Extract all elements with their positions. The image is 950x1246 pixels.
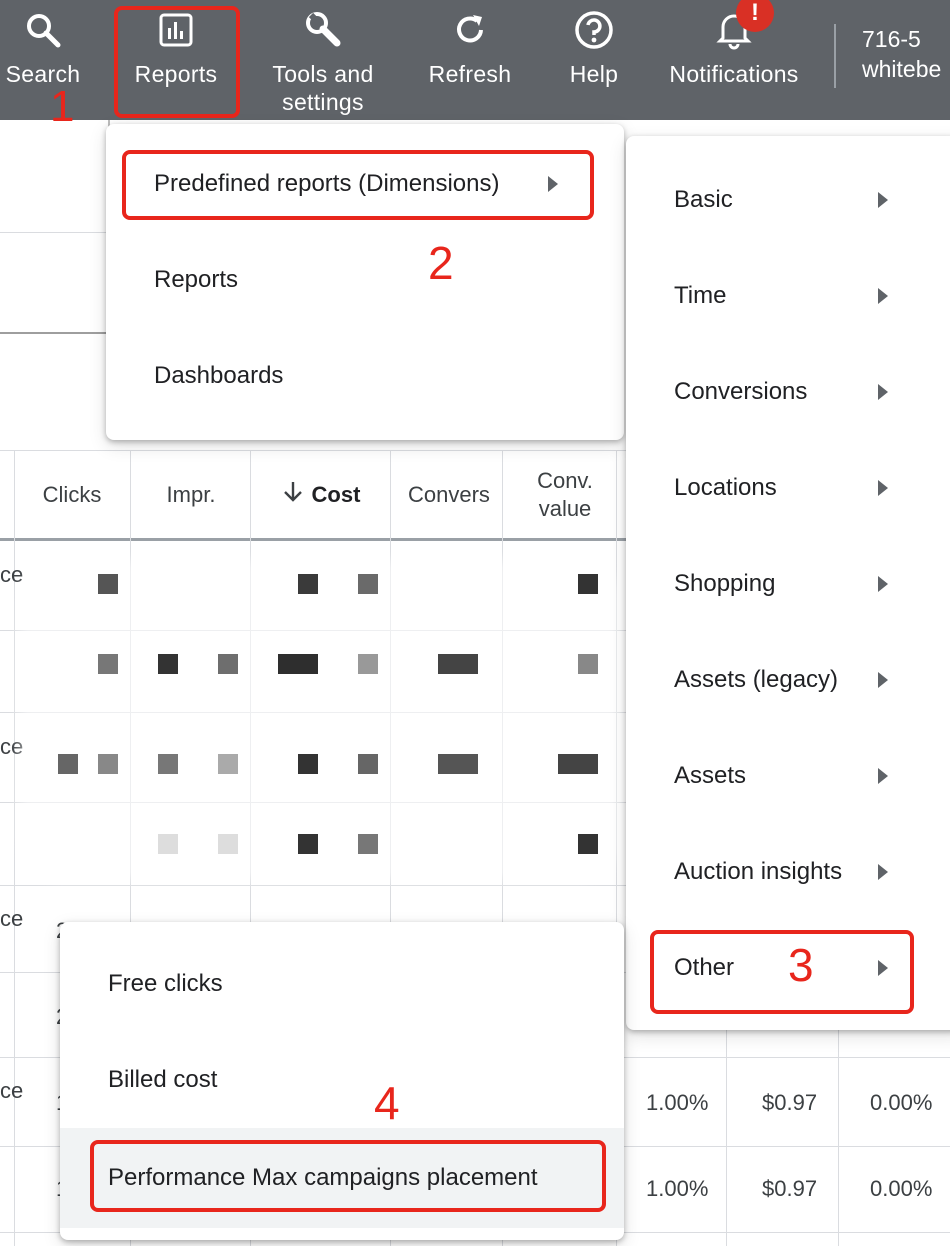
tools-and-settings-button[interactable]: Tools and settings: [262, 0, 384, 120]
refresh-button[interactable]: Refresh: [420, 0, 520, 120]
chevron-right-icon: [878, 576, 888, 592]
refresh-icon: [450, 10, 490, 50]
chevron-right-icon: [878, 768, 888, 784]
percent-cell: 0.00%: [870, 1176, 933, 1201]
chevron-right-icon: [878, 288, 888, 304]
menu-item-reports[interactable]: Reports: [106, 238, 624, 322]
menu-item-basic[interactable]: Basic: [626, 152, 950, 248]
step-number-3: 3: [788, 939, 814, 991]
menu-item-auction-insights[interactable]: Auction insights: [626, 824, 950, 920]
card-edge: [0, 120, 110, 334]
account-id: 716-5: [862, 26, 921, 52]
divider: [834, 24, 836, 88]
menu-item-time[interactable]: Time: [626, 248, 950, 344]
account-info[interactable]: 716-5 whitebe: [862, 24, 941, 84]
row-fragment: ce: [0, 1078, 24, 1103]
cost-cell: $0.97: [762, 1176, 818, 1201]
menu-item-assets-legacy[interactable]: Assets (legacy): [626, 632, 950, 728]
menu-item-assets[interactable]: Assets: [626, 728, 950, 824]
menu-item-free-clicks[interactable]: Free clicks: [60, 936, 624, 1032]
menu-item-billed-cost[interactable]: Billed cost: [60, 1032, 624, 1128]
dimensions-submenu: Basic Time Conversions Locations Shoppin…: [626, 136, 950, 1030]
row-fragment: ce: [0, 562, 24, 587]
help-button[interactable]: Help: [560, 0, 628, 120]
step-number-4: 4: [374, 1077, 400, 1129]
percent-cell: 0.00%: [870, 1090, 933, 1115]
divider: [0, 232, 110, 233]
chevron-right-icon: [878, 672, 888, 688]
column-header-clicks[interactable]: Clicks: [14, 452, 130, 538]
column-header-conv-value[interactable]: Conv. value: [504, 452, 626, 538]
column-header-impr[interactable]: Impr.: [132, 452, 250, 538]
menu-item-dashboards[interactable]: Dashboards: [106, 334, 624, 418]
rate-cell: 1.00%: [646, 1090, 709, 1115]
highlight-predefined-reports: [122, 150, 594, 220]
rate-cell: 1.00%: [646, 1176, 709, 1201]
help-icon: [574, 10, 614, 50]
highlight-performance-max: [90, 1140, 606, 1212]
chevron-right-icon: [878, 480, 888, 496]
column-header-conversions[interactable]: Convers: [392, 452, 502, 538]
chevron-right-icon: [878, 864, 888, 880]
row-fragment: ce: [0, 906, 24, 931]
notifications-button[interactable]: Notifications: [656, 0, 812, 120]
cost-cell: $0.97: [762, 1090, 818, 1115]
chevron-right-icon: [878, 192, 888, 208]
menu-item-conversions[interactable]: Conversions: [626, 344, 950, 440]
step-number-2: 2: [428, 237, 454, 289]
chevron-right-icon: [878, 384, 888, 400]
column-header-cost[interactable]: Cost: [252, 452, 390, 538]
account-name: whitebe: [862, 56, 942, 82]
highlight-reports: [114, 6, 240, 118]
highlight-other: [650, 930, 914, 1014]
search-icon: [23, 10, 63, 50]
menu-item-locations[interactable]: Locations: [626, 440, 950, 536]
arrow-down-icon: [282, 480, 304, 511]
step-number-1: 1: [50, 82, 75, 131]
menu-item-shopping[interactable]: Shopping: [626, 536, 950, 632]
wrench-icon: [303, 10, 343, 50]
